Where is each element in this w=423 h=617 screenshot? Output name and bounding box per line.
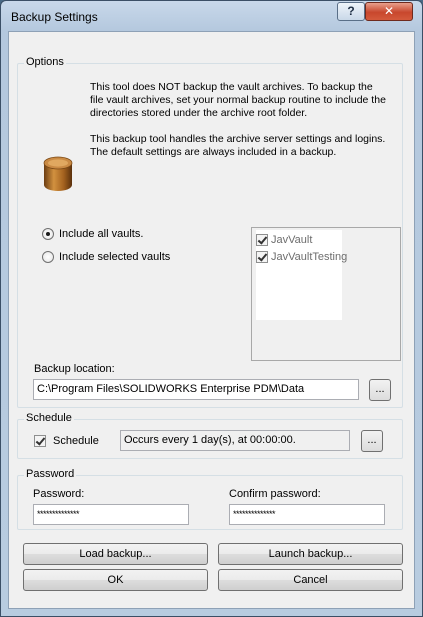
schedule-summary: Occurs every 1 day(s), at 00:00:00. bbox=[120, 430, 350, 451]
load-backup-button[interactable]: Load backup... bbox=[23, 543, 208, 565]
vault-checkbox bbox=[256, 234, 268, 246]
backup-settings-window: Backup Settings ? ✕ Options This tool do… bbox=[0, 0, 423, 617]
vault-item: JavVault bbox=[256, 232, 312, 248]
schedule-legend: Schedule bbox=[24, 412, 74, 424]
schedule-checkbox-label: Schedule bbox=[53, 435, 99, 447]
warning-line: directories stored under the archive roo… bbox=[90, 107, 308, 119]
include-selected-radio[interactable] bbox=[42, 251, 54, 263]
note-line: This backup tool handles the archive ser… bbox=[90, 133, 386, 145]
backup-location-input[interactable]: C:\Program Files\SOLIDWORKS Enterprise P… bbox=[33, 379, 359, 400]
backup-location-label: Backup location: bbox=[34, 363, 115, 375]
browse-location-button[interactable]: ... bbox=[369, 379, 391, 401]
include-selected-label: Include selected vaults bbox=[59, 251, 171, 263]
close-icon: ✕ bbox=[383, 4, 395, 18]
vault-archive-warning: This tool does NOT backup the vault arch… bbox=[90, 81, 400, 120]
backup-scope-note: This backup tool handles the archive ser… bbox=[90, 133, 400, 159]
include-all-vaults-option[interactable]: Include all vaults. bbox=[42, 227, 143, 241]
include-all-label: Include all vaults. bbox=[59, 228, 144, 240]
include-all-radio[interactable] bbox=[42, 228, 54, 240]
warning-line: This tool does NOT backup the vault arch… bbox=[90, 81, 373, 93]
help-button[interactable]: ? bbox=[337, 2, 365, 21]
confirm-password-label: Confirm password: bbox=[229, 488, 321, 500]
vault-name: JavVaultTesting bbox=[271, 251, 348, 263]
password-input[interactable]: ************** bbox=[33, 504, 189, 525]
warning-line: file vault archives, set your normal bac… bbox=[90, 94, 386, 106]
title-bar[interactable]: Backup Settings ? ✕ bbox=[1, 1, 422, 31]
vault-name: JavVault bbox=[271, 234, 313, 246]
schedule-option[interactable]: Schedule bbox=[34, 434, 99, 448]
schedule-settings-button[interactable]: ... bbox=[361, 430, 383, 452]
launch-backup-button[interactable]: Launch backup... bbox=[218, 543, 403, 565]
schedule-checkbox[interactable] bbox=[34, 435, 46, 447]
close-button[interactable]: ✕ bbox=[365, 2, 413, 21]
password-legend: Password bbox=[24, 468, 77, 480]
window-title: Backup Settings bbox=[11, 10, 98, 24]
include-selected-vaults-option[interactable]: Include selected vaults bbox=[42, 250, 170, 264]
options-legend: Options bbox=[24, 56, 66, 68]
note-line: The default settings are always included… bbox=[90, 146, 337, 158]
vault-list: JavVault JavVaultTesting bbox=[251, 227, 401, 361]
database-icon bbox=[43, 156, 73, 191]
options-group: Options This tool does NOT backup the va… bbox=[17, 56, 403, 408]
cancel-button[interactable]: Cancel bbox=[218, 569, 403, 591]
vault-list-items: JavVault JavVaultTesting bbox=[256, 230, 347, 320]
schedule-group: Schedule Schedule Occurs every 1 day(s),… bbox=[17, 412, 403, 459]
vault-checkbox bbox=[256, 251, 268, 263]
dialog-body: Options This tool does NOT backup the va… bbox=[8, 31, 415, 609]
password-label: Password: bbox=[33, 488, 85, 500]
confirm-password-input[interactable]: ************** bbox=[229, 504, 385, 525]
ok-button[interactable]: OK bbox=[23, 569, 208, 591]
vault-item: JavVaultTesting bbox=[256, 249, 347, 265]
password-group: Password Password: ************** Confir… bbox=[17, 468, 403, 530]
